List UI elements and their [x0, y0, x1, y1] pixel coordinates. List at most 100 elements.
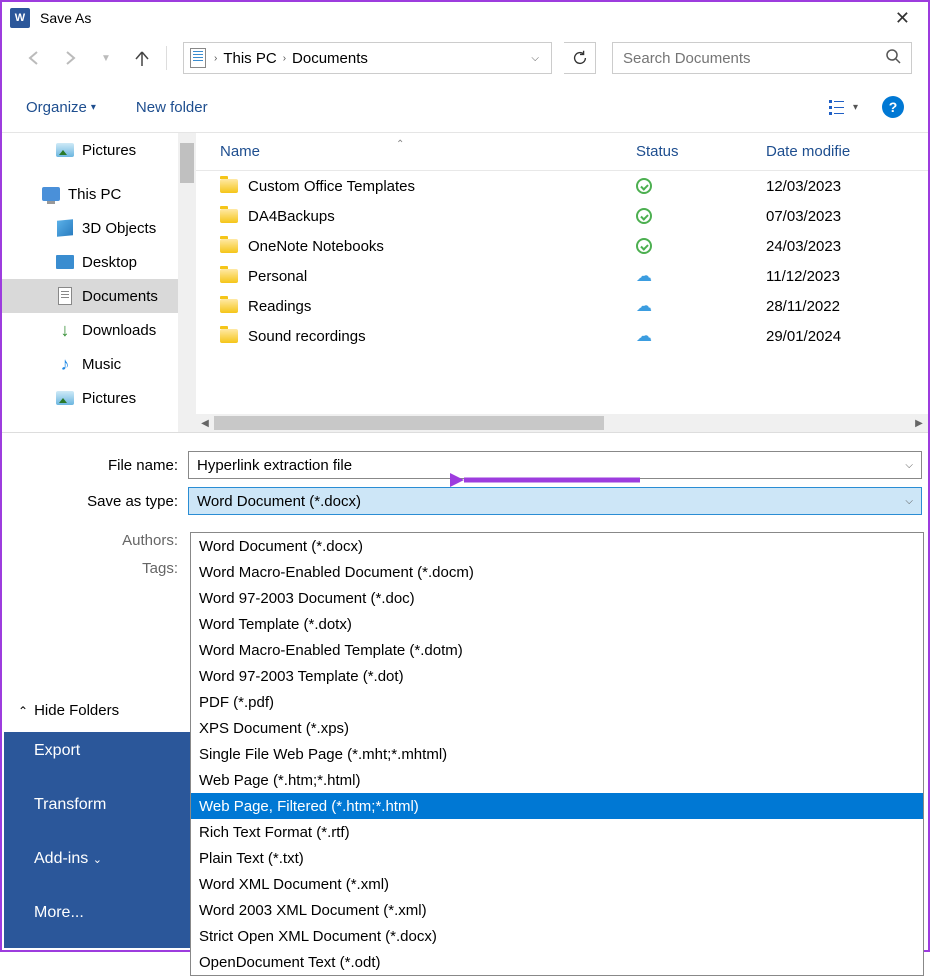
- sidebar-item-music[interactable]: ♪Music: [2, 347, 196, 381]
- chevron-right-icon[interactable]: ›: [277, 53, 292, 64]
- savetype-option[interactable]: Word Template (*.dotx): [191, 611, 923, 637]
- back-button[interactable]: [18, 42, 50, 74]
- folder-icon: [220, 209, 238, 223]
- pictures-icon: [56, 391, 74, 405]
- filename-input[interactable]: Hyperlink extraction file ⌵: [188, 451, 922, 479]
- savetype-select[interactable]: Word Document (*.docx) ⌵: [188, 487, 922, 515]
- backstage-addins[interactable]: Add-ins ⌄: [4, 832, 190, 886]
- sidebar-item-documents[interactable]: Documents: [2, 279, 196, 313]
- savetype-option[interactable]: PDF (*.pdf): [191, 689, 923, 715]
- savetype-option[interactable]: Word 2003 XML Document (*.xml): [191, 897, 923, 923]
- organize-button[interactable]: Organize ▾: [26, 99, 96, 116]
- word-app-icon: W: [10, 8, 30, 28]
- filename-value: Hyperlink extraction file: [197, 457, 352, 474]
- backstage-export[interactable]: Export: [4, 732, 190, 778]
- view-options-button[interactable]: ▾: [829, 98, 858, 116]
- status-synced-icon: [636, 238, 652, 254]
- sidebar-item-pictures[interactable]: Pictures: [2, 133, 196, 167]
- up-button[interactable]: [126, 42, 158, 74]
- folder-icon: [220, 239, 238, 253]
- savetype-option[interactable]: Word 97-2003 Template (*.dot): [191, 663, 923, 689]
- file-date: 12/03/2023: [766, 178, 928, 195]
- main-area: Pictures This PC 3D Objects Desktop Docu…: [2, 132, 928, 432]
- tags-label: Tags:: [2, 555, 178, 583]
- sidebar-item-downloads[interactable]: ↓Downloads: [2, 313, 196, 347]
- folder-icon: [220, 179, 238, 193]
- breadcrumb-root[interactable]: This PC: [223, 50, 276, 67]
- 3d-objects-icon: [57, 219, 73, 236]
- column-date-header[interactable]: Date modifie: [766, 143, 928, 160]
- breadcrumb-folder[interactable]: Documents: [292, 50, 368, 67]
- authors-label: Authors:: [2, 527, 178, 555]
- status-cloud-icon: ☁: [636, 266, 652, 286]
- file-date: 28/11/2022: [766, 298, 928, 315]
- search-input[interactable]: [623, 50, 885, 67]
- chevron-right-icon[interactable]: ›: [208, 53, 223, 64]
- savetype-option[interactable]: XPS Document (*.xps): [191, 715, 923, 741]
- folder-icon: [220, 299, 238, 313]
- file-row[interactable]: Custom Office Templates 12/03/2023: [196, 171, 928, 201]
- savetype-option[interactable]: Word Document (*.docx): [191, 533, 923, 559]
- file-list-area: Name⌃ Status Date modifie Custom Office …: [196, 133, 928, 432]
- savetype-option[interactable]: Word 97-2003 Document (*.doc): [191, 585, 923, 611]
- sidebar-item-pictures-2[interactable]: Pictures: [2, 381, 196, 415]
- savetype-dropdown-icon[interactable]: ⌵: [905, 496, 913, 507]
- close-button[interactable]: ✕: [885, 8, 920, 29]
- file-name: Custom Office Templates: [248, 178, 415, 195]
- column-status-header[interactable]: Status: [636, 143, 766, 160]
- sidebar-scrollbar[interactable]: [178, 133, 196, 432]
- horizontal-scrollbar[interactable]: ◀ ▶: [196, 414, 928, 432]
- savetype-option[interactable]: Word XML Document (*.xml): [191, 871, 923, 897]
- sidebar-item-desktop[interactable]: Desktop: [2, 245, 196, 279]
- savetype-value: Word Document (*.docx): [197, 493, 361, 510]
- file-row[interactable]: Sound recordings☁29/01/2024: [196, 321, 928, 351]
- savetype-option[interactable]: Strict Open XML Document (*.docx): [191, 923, 923, 949]
- folder-icon: [220, 329, 238, 343]
- file-row[interactable]: DA4Backups07/03/2023: [196, 201, 928, 231]
- hide-folders-button[interactable]: ⌃ Hide Folders: [18, 702, 119, 719]
- savetype-option[interactable]: Web Page, Filtered (*.htm;*.html): [191, 793, 923, 819]
- savetype-option[interactable]: Rich Text Format (*.rtf): [191, 819, 923, 845]
- scroll-left-icon[interactable]: ◀: [196, 418, 214, 429]
- forward-button[interactable]: [54, 42, 86, 74]
- navigation-bar: ▼ › This PC › Documents ⌵: [2, 34, 928, 82]
- file-date: 11/12/2023: [766, 268, 928, 285]
- status-cloud-icon: ☁: [636, 326, 652, 346]
- sidebar-item-this-pc[interactable]: This PC: [2, 177, 196, 211]
- sort-asc-icon: ⌃: [396, 139, 404, 150]
- search-box[interactable]: [612, 42, 912, 74]
- savetype-option[interactable]: OpenDocument Text (*.odt): [191, 949, 923, 975]
- desktop-icon: [56, 255, 74, 269]
- downloads-icon: ↓: [56, 321, 74, 339]
- search-icon[interactable]: [885, 48, 901, 68]
- titlebar: W Save As ✕: [2, 2, 928, 34]
- file-row[interactable]: OneNote Notebooks24/03/2023: [196, 231, 928, 261]
- savetype-dropdown-list[interactable]: Word Document (*.docx)Word Macro-Enabled…: [190, 532, 924, 976]
- music-icon: ♪: [56, 355, 74, 373]
- savetype-option[interactable]: Word Macro-Enabled Template (*.dotm): [191, 637, 923, 663]
- address-dropdown-icon[interactable]: ⌵: [523, 53, 547, 64]
- filename-history-dropdown-icon[interactable]: ⌵: [905, 460, 913, 471]
- savetype-option[interactable]: Web Page (*.htm;*.html): [191, 767, 923, 793]
- backstage-transform[interactable]: Transform: [4, 778, 190, 832]
- backstage-more[interactable]: More...: [4, 886, 190, 940]
- file-row[interactable]: Personal ☁ 11/12/2023: [196, 261, 928, 291]
- refresh-button[interactable]: [564, 42, 596, 74]
- column-name-header[interactable]: Name⌃: [196, 143, 636, 160]
- recent-dropdown[interactable]: ▼: [90, 42, 122, 74]
- pictures-icon: [56, 143, 74, 157]
- file-row[interactable]: Readings☁28/11/2022: [196, 291, 928, 321]
- address-bar[interactable]: › This PC › Documents ⌵: [183, 42, 552, 74]
- status-synced-icon: [636, 208, 652, 224]
- chevron-up-icon: ⌃: [18, 704, 28, 718]
- new-folder-button[interactable]: New folder: [136, 99, 208, 116]
- scroll-right-icon[interactable]: ▶: [910, 418, 928, 429]
- sidebar-item-3d-objects[interactable]: 3D Objects: [2, 211, 196, 245]
- file-name: Personal: [248, 268, 307, 285]
- savetype-option[interactable]: Single File Web Page (*.mht;*.mhtml): [191, 741, 923, 767]
- savetype-option[interactable]: Plain Text (*.txt): [191, 845, 923, 871]
- help-button[interactable]: ?: [882, 96, 904, 118]
- savetype-option[interactable]: Word Macro-Enabled Document (*.docm): [191, 559, 923, 585]
- file-name: Readings: [248, 298, 311, 315]
- documents-location-icon: [188, 48, 208, 68]
